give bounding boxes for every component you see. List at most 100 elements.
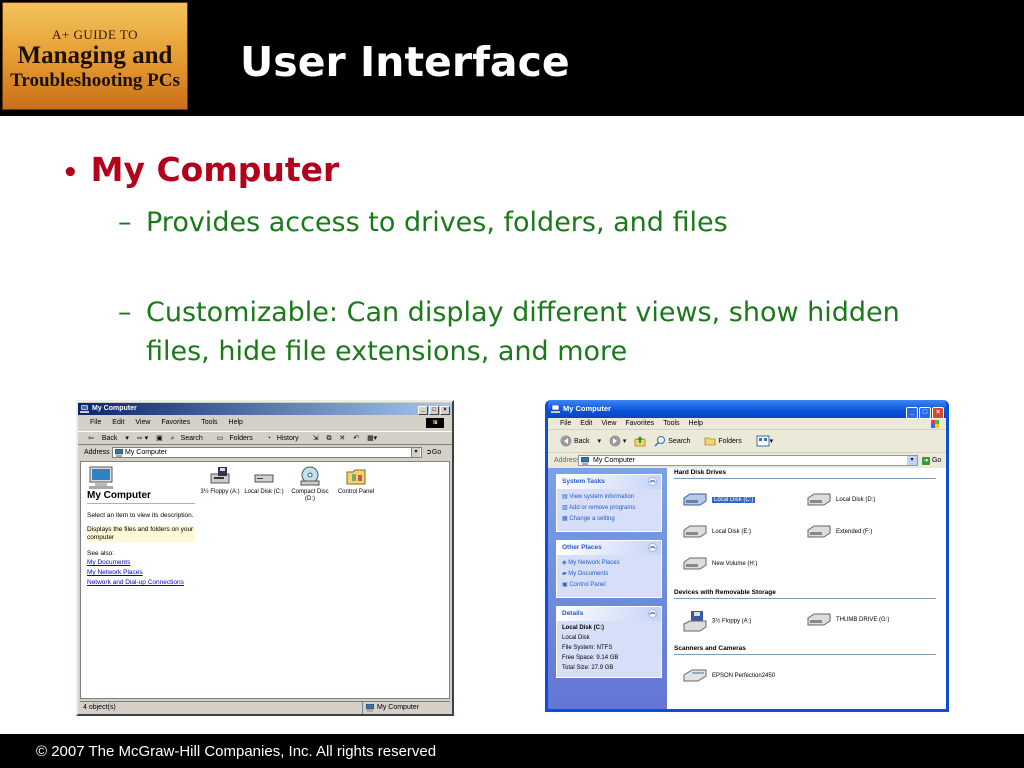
minimize-button[interactable]: _	[418, 406, 428, 415]
menu-favorites[interactable]: Favorites	[161, 419, 190, 426]
drive-label: Local Disk (C:)	[712, 497, 756, 503]
views-icon	[756, 435, 770, 447]
place-control-panel[interactable]: ▣ Control Panel	[562, 580, 656, 591]
info-description: Displays the files and folders on your c…	[87, 526, 195, 542]
place-my-documents[interactable]: ▰ My Documents	[562, 569, 656, 580]
up-folder-button[interactable]	[634, 436, 646, 447]
link-network-dialup[interactable]: Network and Dial-up Connections	[87, 578, 195, 588]
go-button[interactable]: ➜ Go	[922, 454, 941, 468]
history-button[interactable]: ◔ History	[267, 435, 305, 442]
menu-help[interactable]: Help	[689, 420, 703, 427]
menu-view[interactable]: View	[135, 419, 150, 426]
task-view-system-info[interactable]: ▤ View system information	[562, 492, 656, 503]
back-button[interactable]: ⇦ Back ▾	[88, 435, 129, 442]
collapse-chevron-icon[interactable]: ︽	[648, 543, 657, 552]
other-places-title: Other Places	[562, 544, 602, 551]
undo-icon[interactable]: ↶	[353, 435, 359, 442]
system-tasks-header[interactable]: System Tasks ︽	[557, 475, 661, 489]
drive-local-c[interactable]: Local Disk (C:)	[241, 466, 287, 496]
search-label: Search	[180, 435, 203, 442]
back-button[interactable]: Back ▾	[560, 435, 601, 447]
classic-toolbar: ⇦ Back ▾ ⇨ ▾ ▣ ⌕ Search ▭ Folders ◔ History…	[78, 431, 452, 445]
drive-local-c[interactable]: Local Disk (C:)	[682, 490, 756, 510]
computer-icon	[551, 405, 560, 413]
search-label: Search	[668, 438, 691, 445]
other-places-header[interactable]: Other Places ︽	[557, 541, 661, 555]
move-to-icon[interactable]: ⇲	[313, 435, 319, 442]
xp-titlebar[interactable]: My Computer _ □ ×	[548, 400, 946, 419]
place-label: My Documents	[568, 571, 609, 577]
address-input[interactable]: My Computer ▾	[578, 455, 918, 466]
address-dropdown-icon[interactable]: ▾	[411, 448, 420, 457]
views-button[interactable]: ▾	[756, 435, 773, 447]
views-icon[interactable]: ▦▾	[367, 435, 377, 442]
drive-floppy-a[interactable]: 3½ Floppy (A:)	[682, 610, 751, 632]
menu-view[interactable]: View	[601, 420, 616, 427]
bullet-dot-icon: •	[62, 158, 79, 188]
menu-help[interactable]: Help	[229, 419, 243, 426]
hard-disk-icon	[683, 493, 707, 506]
drive-compact-disc-d[interactable]: Compact Disc (D:)	[287, 466, 333, 503]
address-input[interactable]: My Computer ▾	[112, 447, 422, 458]
go-label: Go	[431, 449, 442, 456]
copyright-text: © 2007 The McGraw-Hill Companies, Inc. A…	[36, 743, 437, 760]
drive-floppy-a[interactable]: 3½ Floppy (A:)	[197, 466, 243, 496]
sub-bullet-2: – Customizable: Can display different vi…	[118, 293, 938, 371]
control-panel-item[interactable]: Control Panel	[333, 466, 379, 496]
address-label: Address	[84, 449, 110, 456]
folder-icon	[705, 437, 716, 446]
menu-edit[interactable]: Edit	[580, 420, 592, 427]
link-my-network-places[interactable]: My Network Places	[87, 568, 195, 578]
collapse-chevron-icon[interactable]: ︽	[648, 477, 657, 486]
close-button[interactable]: ×	[440, 406, 450, 415]
address-dropdown-icon[interactable]: ▾	[907, 456, 917, 465]
folders-button[interactable]: Folders	[704, 437, 747, 446]
bullet-main-text: My Computer	[90, 150, 340, 189]
delete-icon[interactable]: ✕	[339, 435, 345, 442]
drive-local-d[interactable]: Local Disk (D:)	[806, 490, 875, 510]
sub-bullet-1: – Provides access to drives, folders, an…	[118, 203, 938, 242]
go-button[interactable]: ➲Go	[426, 446, 441, 460]
search-button[interactable]: ⌕ Search	[171, 435, 209, 442]
drive-local-e[interactable]: Local Disk (E:)	[682, 522, 751, 542]
slide-footer: © 2007 The McGraw-Hill Companies, Inc. A…	[0, 734, 1024, 768]
classic-my-computer-window: My Computer _ □ × File Edit View Favorites Too…	[76, 400, 454, 716]
drive-thumb-g[interactable]: THUMB DRIVE (G:)	[806, 610, 889, 630]
folders-button[interactable]: ▭ Folders	[217, 435, 259, 442]
back-label: Back	[573, 438, 590, 445]
up-folder-icon	[635, 436, 646, 447]
menu-tools[interactable]: Tools	[201, 419, 217, 426]
menu-favorites[interactable]: Favorites	[625, 420, 654, 427]
classic-window-title: My Computer	[92, 405, 137, 412]
up-folder-icon[interactable]: ▣	[156, 435, 163, 442]
link-my-documents[interactable]: My Documents	[87, 558, 195, 568]
forward-arrow-icon	[609, 435, 621, 447]
logo-line-1: A+ GUIDE TO	[51, 27, 138, 42]
task-change-setting[interactable]: ▦ Change a setting	[562, 514, 656, 525]
classic-titlebar[interactable]: My Computer _ □ ×	[78, 403, 452, 415]
menu-edit[interactable]: Edit	[112, 419, 124, 426]
info-hint: Select an item to view its description.	[87, 512, 194, 519]
menu-file[interactable]: File	[90, 419, 101, 426]
forward-button[interactable]: ▾	[609, 435, 626, 447]
xp-body: System Tasks ︽ ▤ View system information …	[548, 468, 946, 709]
menu-tools[interactable]: Tools	[663, 420, 679, 427]
task-label: View system information	[569, 494, 635, 500]
classic-menubar: File Edit View Favorites Tools Help	[78, 417, 452, 429]
menu-file[interactable]: File	[560, 420, 571, 427]
drive-new-volume-h[interactable]: New Volume (H:)	[682, 554, 757, 574]
drive-extended-f[interactable]: Extended (F:)	[806, 522, 872, 542]
search-button[interactable]: Search	[654, 436, 696, 447]
collapse-chevron-icon[interactable]: ︽	[648, 609, 657, 618]
place-my-network-places[interactable]: ◈ My Network Places	[562, 558, 656, 569]
scanner-epson[interactable]: EPSON Perfection2450	[682, 666, 775, 686]
maximize-button[interactable]: □	[429, 406, 439, 415]
details-header[interactable]: Details ︽	[557, 607, 661, 621]
drive-label: 3½ Floppy (A:)	[200, 489, 240, 495]
other-places-box: Other Places ︽ ◈ My Network Places ▰ My D…	[556, 540, 662, 598]
task-add-remove-programs[interactable]: ▥ Add or remove programs	[562, 503, 656, 514]
hard-disk-icon	[807, 493, 831, 506]
slide-title: User Interface	[240, 38, 570, 86]
forward-button[interactable]: ⇨ ▾	[137, 435, 148, 442]
copy-to-icon[interactable]: ⧉	[326, 435, 331, 442]
